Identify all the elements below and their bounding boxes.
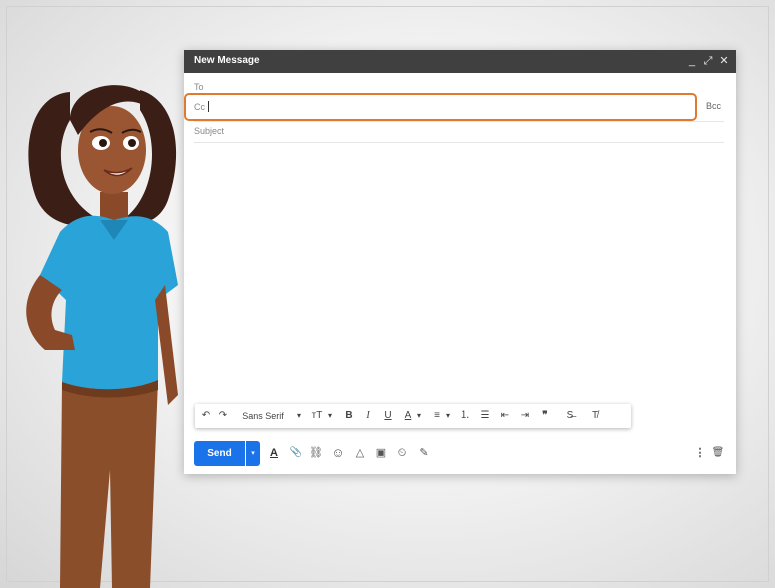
more-options-icon[interactable]: ⋮ [692,445,708,461]
cc-field[interactable] [208,97,692,117]
expand-icon[interactable]: ⤢ [701,53,715,69]
font-select[interactable]: Sans Serif [234,408,292,424]
compose-title: New Message [194,55,260,66]
minimize-icon[interactable]: _ [685,53,699,69]
attach-icon[interactable]: 📎 [288,445,304,461]
compose-title-bar: New Message _ ⤢ ✕ [184,50,736,73]
clear-formatting-icon[interactable]: T̸ [588,408,602,424]
text-size-icon[interactable]: ᴛT [309,408,325,424]
align-icon[interactable]: ≡ [430,408,444,424]
bulleted-list-icon[interactable]: ☰ [478,408,492,424]
trash-icon[interactable]: 🗑 [710,445,726,461]
undo-icon[interactable]: ↶ [199,408,213,424]
formatting-options-icon[interactable]: A [266,445,282,461]
compose-window: New Message _ ⤢ ✕ To Cc Bcc Subject ↶ ↷ … [184,50,736,474]
indent-less-icon[interactable]: ⇤ [498,408,512,424]
emoji-icon[interactable]: ☺ [330,445,346,461]
indent-more-icon[interactable]: ⇥ [518,408,532,424]
formatting-toolbar: ↶ ↷ Sans Serif ▾ ᴛT ▾ B I U A ▾ ≡ ▾ ⒈ ☰ … [195,404,631,428]
size-dropdown-icon[interactable]: ▾ [325,408,335,424]
confidential-mode-icon[interactable]: ⏲ [394,445,410,461]
color-dropdown-icon[interactable]: ▾ [414,408,424,424]
photo-icon[interactable]: ▣ [373,445,389,461]
send-options-icon[interactable]: ▾ [246,441,260,466]
subject-field[interactable] [194,124,724,140]
drive-icon[interactable]: △ [352,445,368,461]
subject-divider [194,142,724,143]
close-icon[interactable]: ✕ [717,53,731,69]
italic-icon[interactable]: I [361,408,375,424]
to-label: To [194,82,204,92]
presenter-illustration [26,85,178,588]
send-button[interactable]: Send [194,441,245,466]
numbered-list-icon[interactable]: ⒈ [458,408,472,424]
quote-icon[interactable]: ❞ [538,408,552,424]
cc-label: Cc [194,102,205,112]
strikethrough-icon[interactable]: S̶ [563,408,577,424]
text-color-icon[interactable]: A [401,408,415,424]
underline-icon[interactable]: U [381,408,395,424]
signature-icon[interactable]: ✎ [416,445,432,461]
bold-icon[interactable]: B [342,408,356,424]
to-field[interactable] [214,78,694,94]
align-dropdown-icon[interactable]: ▾ [443,408,453,424]
link-icon[interactable]: ⛓ [308,445,324,461]
message-body[interactable] [194,146,724,398]
font-dropdown-icon[interactable]: ▾ [294,408,304,424]
cc-divider [194,121,724,122]
bcc-link[interactable]: Bcc [706,101,721,111]
redo-icon[interactable]: ↷ [216,408,230,424]
